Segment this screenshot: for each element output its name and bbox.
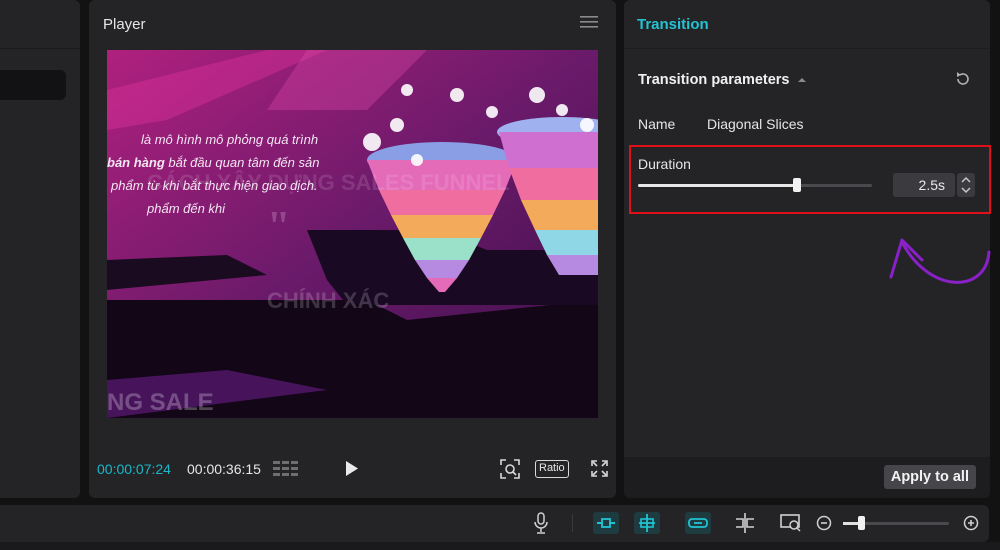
linkage-button[interactable] — [685, 512, 711, 534]
snap-button[interactable] — [634, 512, 660, 534]
video-caption-line-4: phẩm đến khi — [147, 201, 226, 216]
svg-text:CHÍNH XÁC: CHÍNH XÁC — [267, 288, 389, 313]
video-caption-line-3: phẩm từ khi bắt thực hiện giao dịch. — [111, 178, 318, 193]
duration-highlight-box — [629, 145, 991, 214]
timeline-ruler — [0, 542, 1000, 550]
chevron-up-icon — [797, 78, 806, 83]
transition-parameters-title[interactable]: Transition parameters — [638, 72, 807, 88]
transition-header: Transition — [624, 0, 990, 49]
video-caption-bold: bán hàng — [107, 155, 165, 170]
timeline-toolbar — [0, 505, 989, 542]
toolbar-divider — [572, 514, 573, 532]
zoom-slider-thumb[interactable] — [858, 516, 866, 530]
zoom-slider[interactable] — [843, 516, 949, 530]
focus-icon[interactable] — [500, 459, 520, 479]
linkage-icon — [688, 518, 708, 528]
transition-tab[interactable]: Transition — [637, 16, 709, 33]
split-icon[interactable] — [734, 512, 756, 534]
video-caption-line-1: là mô hình mô phỏng quá trình — [141, 132, 319, 147]
annotation-arrow — [889, 238, 991, 284]
apply-to-all-button[interactable]: Apply to all — [883, 465, 976, 489]
name-label: Name — [638, 116, 676, 132]
reset-icon[interactable] — [955, 71, 971, 87]
video-preview[interactable]: CHÍNH XÁC CÁCH XÂY DỰNG SALES FUNNEL " N… — [107, 50, 598, 418]
zoom-in-icon[interactable] — [962, 512, 980, 534]
snap-icon — [639, 514, 655, 532]
fullscreen-icon[interactable] — [591, 460, 608, 477]
transition-footer: Apply to all — [624, 457, 990, 498]
link-clip-button[interactable] — [593, 512, 619, 534]
menu-icon[interactable] — [580, 14, 598, 30]
preview-icon[interactable] — [780, 512, 802, 534]
grid-icon[interactable] — [273, 459, 299, 477]
zoom-out-icon[interactable] — [816, 512, 834, 534]
play-icon[interactable] — [345, 461, 359, 476]
player-title: Player — [103, 16, 146, 33]
name-value: Diagonal Slices — [707, 116, 804, 132]
media-panel-header — [0, 0, 80, 49]
video-caption: là mô hình mô phỏng quá trình bán hàng b… — [107, 128, 319, 220]
link-icon — [597, 518, 615, 528]
microphone-icon[interactable] — [534, 512, 548, 534]
svg-text:NG SALE: NG SALE — [107, 389, 214, 416]
current-time: 00:00:07:24 — [97, 461, 171, 477]
media-search-field[interactable] — [0, 70, 66, 100]
total-time: 00:00:36:15 — [187, 461, 261, 477]
player-panel: Player CHÍNH XÁC CÁCH XÂY DỰNG SALES FUN… — [89, 0, 616, 498]
media-panel — [0, 0, 80, 498]
transition-parameters-label: Transition parameters — [638, 72, 790, 88]
video-caption-line-2: bắt đầu quan tâm đến sản — [168, 155, 320, 170]
video-frame-image: CHÍNH XÁC CÁCH XÂY DỰNG SALES FUNNEL " N… — [107, 50, 598, 418]
ratio-button[interactable]: Ratio — [535, 460, 569, 478]
